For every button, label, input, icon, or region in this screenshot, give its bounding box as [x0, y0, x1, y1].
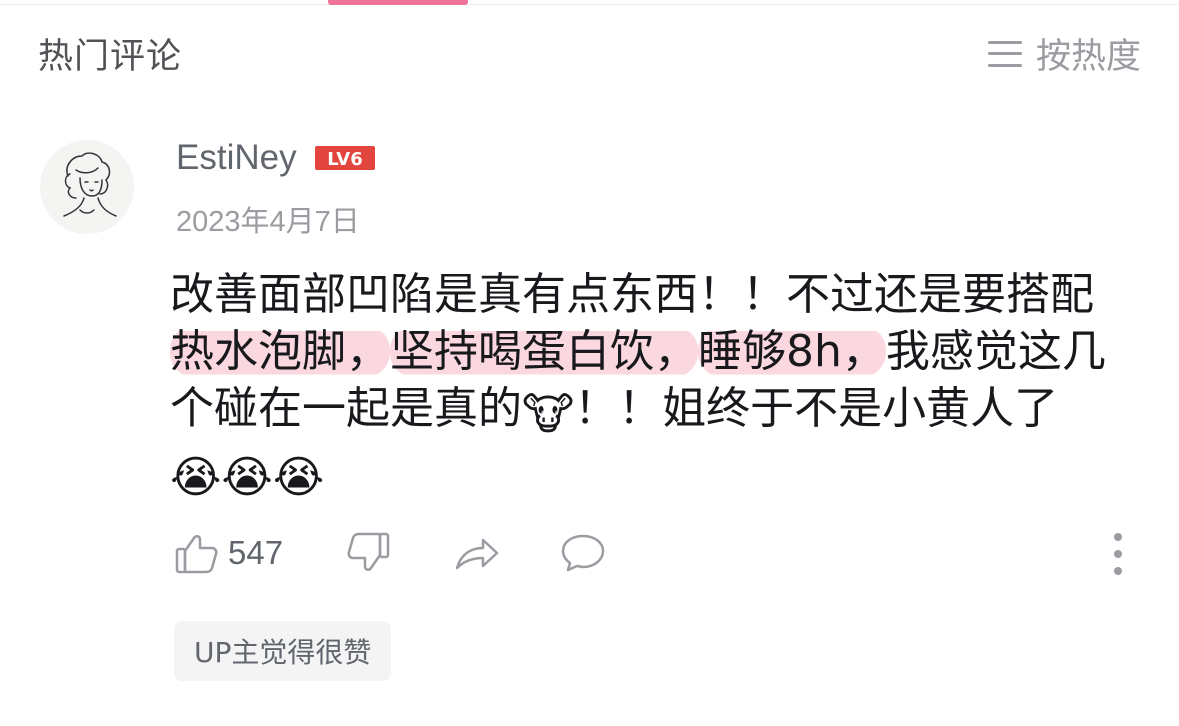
- top-divider: [0, 4, 1179, 5]
- svg-text:LV6: LV6: [327, 149, 362, 170]
- level-6-icon: LV6: [314, 146, 375, 170]
- dislike-button[interactable]: [345, 530, 391, 576]
- tab-indicator: [328, 0, 468, 5]
- sort-label: 按热度: [1035, 37, 1141, 77]
- more-dots-icon: [1114, 533, 1122, 541]
- highlight-3: 睡够8h，: [698, 326, 886, 377]
- more-options-button[interactable]: [1108, 533, 1128, 575]
- share-arrow-icon: [455, 538, 499, 570]
- sort-by-hot-button[interactable]: 按热度: [987, 28, 1141, 79]
- reply-button[interactable]: [559, 530, 607, 576]
- level-badge: LV6: [314, 145, 375, 171]
- highlight-2: 坚持喝蛋白饮，: [390, 326, 698, 377]
- cow-emoji: 🐮: [522, 389, 575, 440]
- like-button[interactable]: 547: [174, 530, 283, 576]
- avatar-sketch-icon: [63, 152, 117, 217]
- share-button[interactable]: [453, 530, 501, 576]
- comment-date: 2023年4月7日: [176, 206, 360, 238]
- thumbs-up-icon: [175, 535, 218, 574]
- like-count: 547: [228, 534, 284, 571]
- thumbs-down-icon: [347, 532, 390, 571]
- up-liked-tag: UP主觉得很赞: [174, 621, 392, 681]
- comment-text: 改善面部凹陷是真有点东西！！不过还是要搭配热水泡脚，坚持喝蛋白饮，睡够8h，我感…: [170, 266, 1130, 506]
- highlight-1: 热水泡脚，: [170, 326, 390, 377]
- comment-bubble-icon: [561, 534, 605, 572]
- crying-emoji: 😭😭😭: [170, 452, 325, 503]
- avatar[interactable]: [40, 140, 134, 234]
- username[interactable]: EstiNey: [176, 138, 297, 178]
- section-title: 热门评论: [38, 37, 183, 77]
- sort-menu-icon: [987, 40, 1022, 67]
